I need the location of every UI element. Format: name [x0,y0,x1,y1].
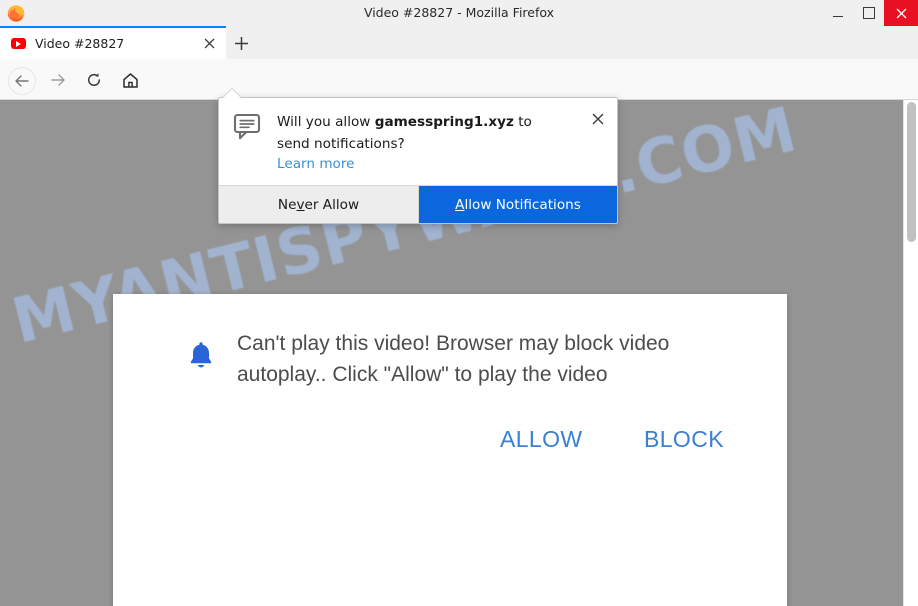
doorhanger-message: Will you allow gamesspring1.xyz to send … [277,111,567,155]
bell-icon [184,339,218,373]
scrollbar-thumb[interactable] [907,102,916,242]
reload-icon[interactable] [81,67,107,93]
doorhanger-body: Will you allow gamesspring1.xyz to send … [219,98,617,185]
doorhanger-message-prefix: Will you allow [277,114,375,130]
new-tab-button[interactable] [228,30,254,56]
page-scrollbar[interactable] [903,100,918,606]
browser-window: Video #28827 - Mozilla Firefox Video #28… [0,0,918,606]
speech-bubble-icon [233,112,261,140]
back-icon[interactable] [8,67,36,95]
window-title: Video #28827 - Mozilla Firefox [363,5,555,20]
dialog-message: Can't play this video! Browser may block… [237,332,670,386]
tab-video-28827[interactable]: Video #28827 [0,26,226,59]
close-button[interactable] [884,0,918,26]
fake-autoplay-dialog: Can't play this video! Browser may block… [113,294,787,606]
tab-label: Video #28827 [35,36,125,51]
never-allow-button[interactable]: Never Allow [219,186,419,223]
title-bar: Video #28827 - Mozilla Firefox [0,0,918,27]
home-icon[interactable] [117,67,143,93]
minimize-button[interactable] [822,0,853,26]
doorhanger-arrow [223,89,241,98]
learn-more-link[interactable]: Learn more [277,156,355,172]
youtube-favicon [10,36,26,52]
notification-permission-doorhanger: Will you allow gamesspring1.xyz to send … [218,97,618,224]
doorhanger-message-host: gamesspring1.xyz [374,114,514,130]
forward-icon[interactable] [45,67,71,93]
close-icon[interactable] [587,108,609,130]
tab-strip: Video #28827 [0,26,918,59]
tab-close-icon[interactable] [196,31,222,57]
doorhanger-buttons: Never Allow Allow Notifications [219,185,617,223]
navigation-toolbar: https://gamesspring1.xyz/youtube_video_2… [0,59,918,153]
block-button[interactable]: BLOCK [644,426,724,453]
allow-button[interactable]: ALLOW [500,426,583,453]
allow-notifications-button[interactable]: Allow Notifications [419,186,617,223]
maximize-button[interactable] [853,0,884,26]
window-controls [822,0,918,26]
dialog-actions: ALLOW BLOCK [113,426,787,470]
